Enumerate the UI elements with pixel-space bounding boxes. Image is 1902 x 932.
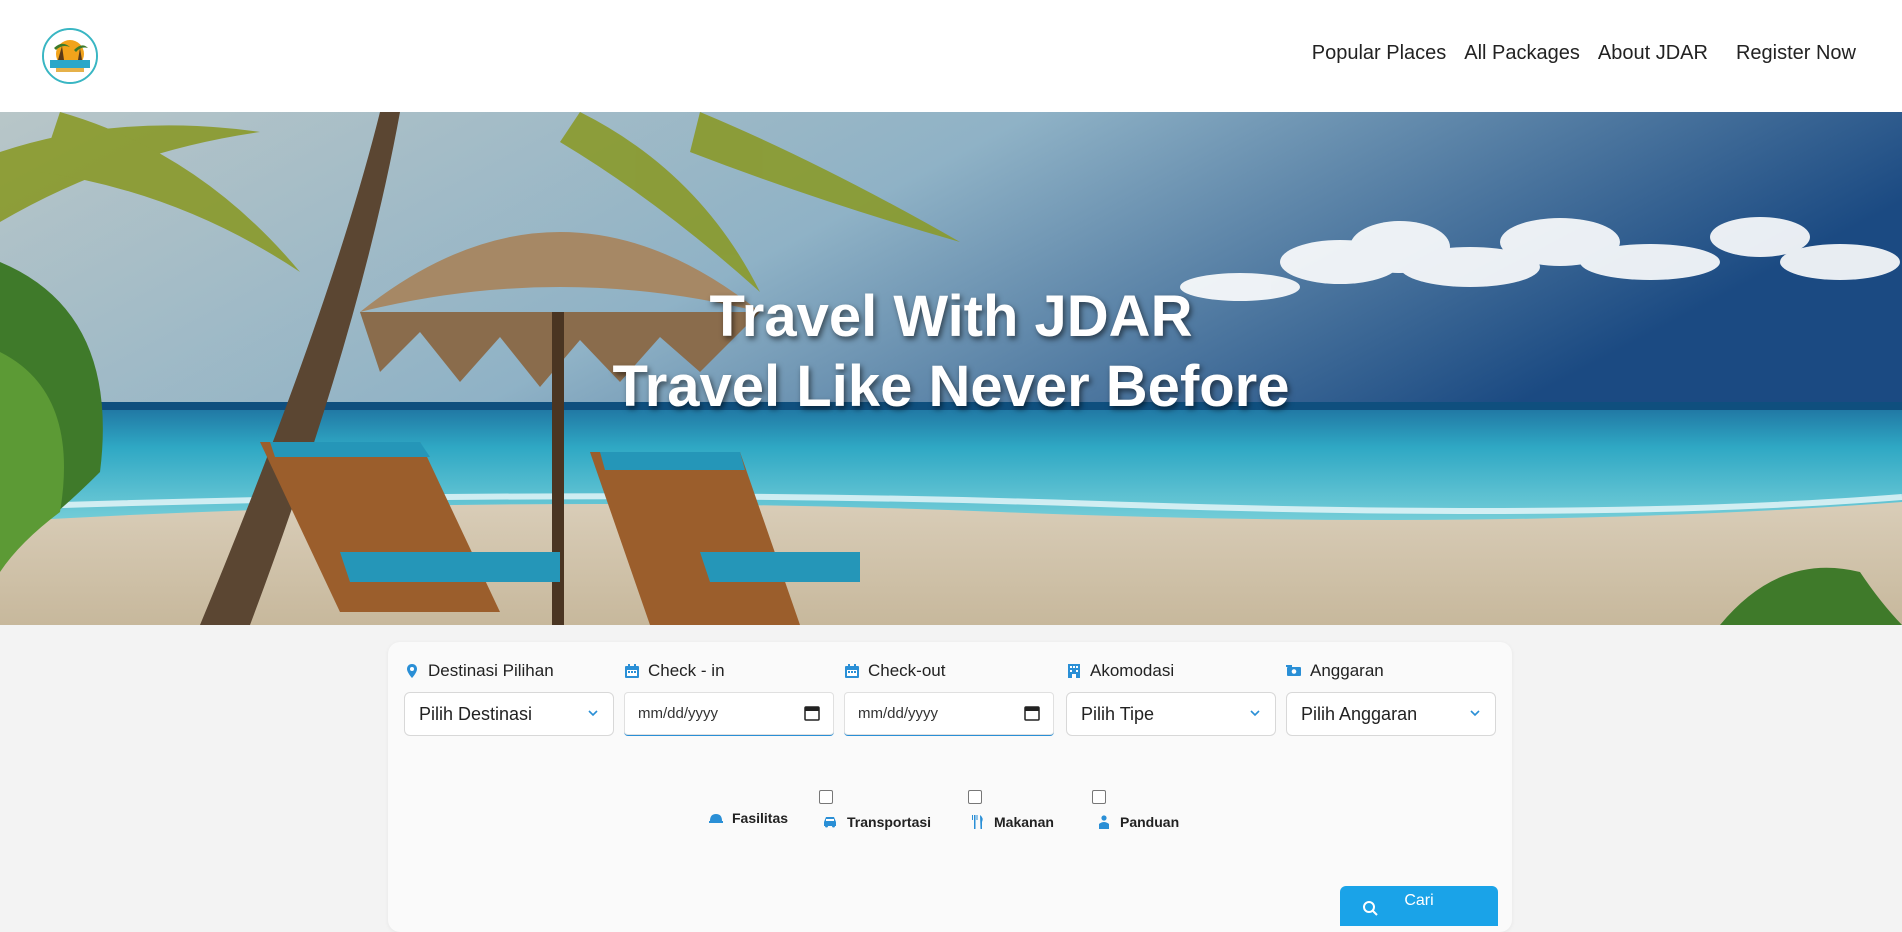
- checkin-label-text: Check - in: [648, 661, 725, 680]
- budget-select[interactable]: Pilih Anggaran: [1286, 692, 1496, 736]
- search-panel: Destinasi Pilihan Pilih Destinasi Check …: [388, 642, 1512, 932]
- chevron-down-icon: [1250, 710, 1260, 717]
- hotel-icon: [1068, 664, 1080, 678]
- checkout-label-text: Check-out: [868, 661, 946, 680]
- facilities-label: Fasilitas: [732, 810, 789, 826]
- food-label: Makanan: [972, 814, 1054, 830]
- checkout-date-input[interactable]: mm/dd/yyyy: [844, 692, 1054, 736]
- chevron-down-icon: [588, 710, 598, 717]
- service-bell-icon: [709, 814, 723, 823]
- calendar-picker-icon[interactable]: [804, 705, 820, 721]
- facilities-heading: Fasilitas: [708, 810, 788, 826]
- guide-label-text: Panduan: [1120, 814, 1180, 830]
- destination-label-text: Destinasi Pilihan: [428, 661, 554, 680]
- main-nav: Popular Places All Packages About JDAR R…: [1294, 42, 1856, 65]
- destination-select-value: Pilih Destinasi: [419, 703, 533, 724]
- nav-all-packages[interactable]: All Packages: [1464, 42, 1580, 65]
- transport-label: Transportasi: [823, 814, 931, 830]
- destination-label: Destinasi Pilihan: [404, 660, 614, 682]
- budget-field: Anggaran Pilih Anggaran: [1286, 660, 1496, 736]
- checkin-date-input[interactable]: mm/dd/yyyy: [624, 692, 834, 736]
- nav-popular-places[interactable]: Popular Places: [1312, 42, 1447, 65]
- checkin-field: Check - in mm/dd/yyyy: [624, 660, 834, 736]
- checkin-date-value: mm/dd/yyyy: [638, 705, 719, 722]
- checkout-label: Check-out: [844, 660, 1054, 682]
- calendar-icon: [845, 664, 859, 678]
- hero-headline-line1: Travel With JDAR: [709, 284, 1193, 349]
- accommodation-field: Akomodasi Pilih Tipe: [1066, 660, 1276, 736]
- checkout-date-value: mm/dd/yyyy: [858, 705, 939, 722]
- utensils-icon: [972, 815, 983, 829]
- accommodation-select[interactable]: Pilih Tipe: [1066, 692, 1276, 736]
- calendar-icon: [625, 664, 639, 678]
- food-checkbox[interactable]: [968, 790, 982, 804]
- hero-banner: Travel With JDAR Travel Like Never Befor…: [0, 112, 1902, 625]
- guide-label: Panduan: [1098, 814, 1179, 830]
- search-icon: [1363, 901, 1378, 916]
- accommodation-label: Akomodasi: [1066, 660, 1276, 682]
- guide-person-icon: [1099, 815, 1109, 829]
- food-label-text: Makanan: [994, 814, 1054, 830]
- facilities-group: Fasilitas Transportasi Makanan Panduan: [388, 790, 1512, 850]
- destination-field: Destinasi Pilihan Pilih Destinasi: [404, 660, 614, 736]
- hero-headline-line2: Travel Like Never Before: [612, 354, 1290, 419]
- map-pin-icon: [407, 664, 417, 678]
- search-button[interactable]: Cari: [1340, 886, 1498, 926]
- nav-about[interactable]: About JDAR: [1598, 42, 1708, 65]
- accommodation-label-text: Akomodasi: [1090, 661, 1175, 680]
- money-icon: [1286, 665, 1301, 676]
- destination-select[interactable]: Pilih Destinasi: [404, 692, 614, 736]
- register-button[interactable]: Register Now: [1736, 42, 1856, 65]
- transport-checkbox[interactable]: [819, 790, 833, 804]
- budget-label-text: Anggaran: [1310, 661, 1384, 680]
- chevron-down-icon: [1470, 710, 1480, 717]
- search-button-label: Cari: [1404, 892, 1434, 909]
- car-icon: [824, 817, 836, 828]
- guide-checkbox[interactable]: [1092, 790, 1106, 804]
- checkin-label: Check - in: [624, 660, 834, 682]
- calendar-picker-icon[interactable]: [1024, 705, 1040, 721]
- budget-label: Anggaran: [1286, 660, 1496, 682]
- navbar: Popular Places All Packages About JDAR R…: [0, 0, 1902, 112]
- brand-logo[interactable]: [42, 28, 98, 84]
- budget-select-value: Pilih Anggaran: [1301, 703, 1418, 724]
- checkout-field: Check-out mm/dd/yyyy: [844, 660, 1054, 736]
- accommodation-select-value: Pilih Tipe: [1081, 703, 1155, 724]
- transport-label-text: Transportasi: [847, 814, 932, 830]
- hero-headline: Travel With JDAR Travel Like Never Befor…: [0, 282, 1902, 422]
